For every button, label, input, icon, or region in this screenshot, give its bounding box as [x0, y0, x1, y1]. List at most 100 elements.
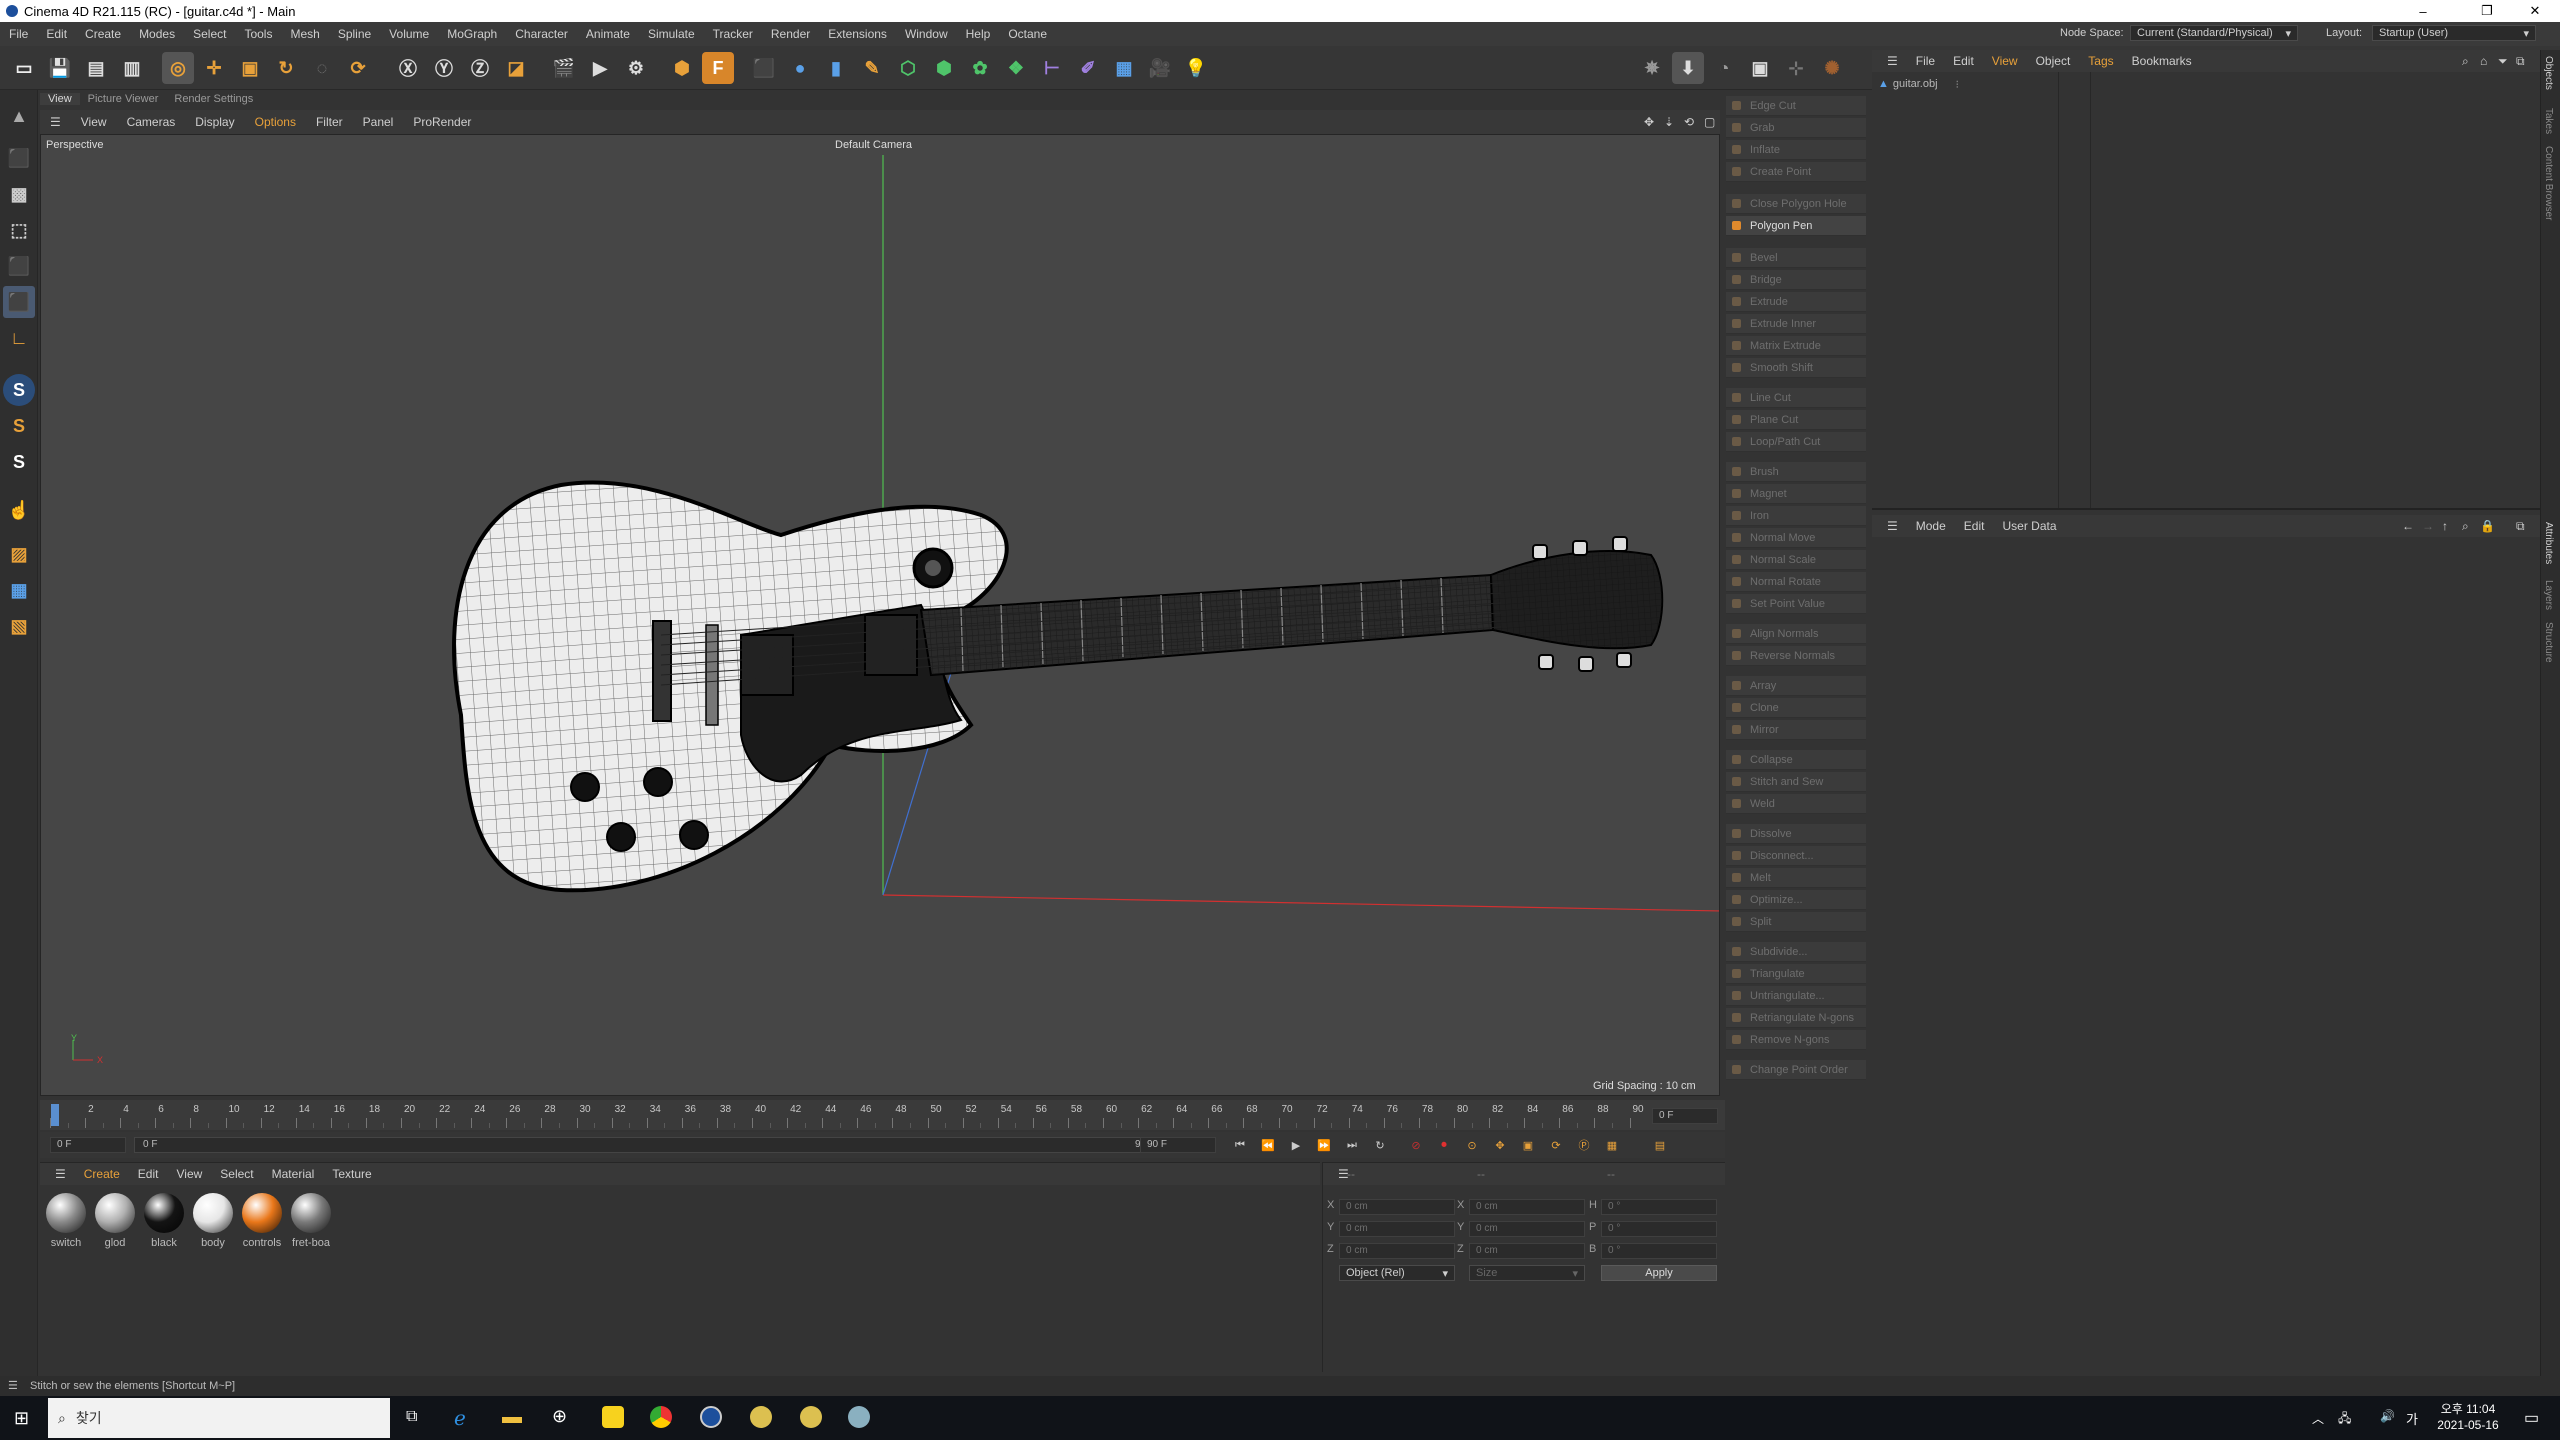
make-editable-icon[interactable]: ▲	[3, 100, 35, 132]
menu-create[interactable]: Create	[76, 27, 130, 41]
rotate-view-icon[interactable]: ⟲	[1684, 115, 1694, 129]
vp-menu-display[interactable]: Display	[185, 115, 244, 129]
z-axis-lock-icon[interactable]: Ⓩ	[464, 52, 496, 84]
snap-icon[interactable]: ✵	[1636, 52, 1668, 84]
clock-time[interactable]: 오후 11:04	[2436, 1400, 2500, 1417]
command-set-point-value[interactable]: Set Point Value	[1726, 594, 1866, 614]
soft-selection-icon[interactable]: ✺	[1816, 52, 1848, 84]
lock-workplane-icon[interactable]: ▧	[3, 610, 35, 642]
polygons-mode-icon[interactable]: ⬛	[3, 286, 35, 318]
command-split[interactable]: Split	[1726, 912, 1866, 932]
menu-help[interactable]: Help	[957, 27, 1000, 41]
command-inflate[interactable]: Inflate	[1726, 140, 1866, 160]
command-weld[interactable]: Weld	[1726, 794, 1866, 814]
rot-h-field[interactable]: 0 °	[1601, 1199, 1717, 1215]
mm-menu-material[interactable]: Material	[263, 1167, 324, 1181]
render-view-icon[interactable]: ▶	[584, 52, 616, 84]
character-icon[interactable]: ✐	[1072, 52, 1104, 84]
command-clone[interactable]: Clone	[1726, 698, 1866, 718]
material-glod[interactable]: glod	[93, 1193, 137, 1249]
om-menu-object[interactable]: Object	[2027, 54, 2080, 68]
edge-icon[interactable]: ℯ	[454, 1406, 466, 1431]
side-tab-structure[interactable]: Structure	[2543, 622, 2554, 663]
move-icon[interactable]: ✛	[198, 52, 230, 84]
task-view-icon[interactable]: ⧉	[406, 1408, 417, 1426]
command-smooth-shift[interactable]: Smooth Shift	[1726, 358, 1866, 378]
edges-mode-icon[interactable]: ⬛	[3, 250, 35, 282]
render-settings-icon[interactable]: ⚙	[620, 52, 652, 84]
side-tab-content-browser[interactable]: Content Browser	[2543, 146, 2554, 220]
vp-menu-view[interactable]: View	[71, 115, 117, 129]
tweak-mode-icon[interactable]: ☝	[3, 494, 35, 526]
loop-icon[interactable]: ↻	[1370, 1136, 1390, 1154]
deformer-icon[interactable]: ✿	[964, 52, 996, 84]
workplane-icon[interactable]: ◔	[1708, 52, 1740, 84]
material-body[interactable]: body	[191, 1193, 235, 1249]
node-space-dropdown[interactable]: Current (Standard/Physical) ▾	[2130, 25, 2298, 41]
zoom-view-icon[interactable]: ⇣	[1664, 115, 1674, 129]
am-menu-mode[interactable]: Mode	[1907, 519, 1955, 533]
new-window-icon[interactable]: ⧉	[2516, 519, 2525, 534]
om-menu-file[interactable]: File	[1907, 54, 1944, 68]
menu-tools[interactable]: Tools	[235, 27, 281, 41]
go-to-start-icon[interactable]: ⏮	[1230, 1136, 1250, 1154]
material-black[interactable]: black	[142, 1193, 186, 1249]
object-row[interactable]: ▲ guitar.obj ⁝	[1878, 76, 2078, 92]
apply-button[interactable]: Apply	[1601, 1265, 1717, 1281]
scale-key-icon[interactable]: ▣	[1518, 1136, 1538, 1154]
y-axis-lock-icon[interactable]: Ⓨ	[428, 52, 460, 84]
menu-mograph[interactable]: MoGraph	[438, 27, 506, 41]
vp-menu-options[interactable]: Options	[245, 115, 306, 129]
rotate-tool-icon[interactable]: ⟳	[342, 52, 374, 84]
timeline-ruler[interactable]: 0246810121416182022242628303234363840424…	[40, 1100, 1725, 1130]
material-controls[interactable]: controls	[240, 1193, 284, 1249]
am-menu-edit[interactable]: Edit	[1955, 519, 1994, 533]
close-button[interactable]: ✕	[2512, 0, 2558, 22]
command-change-point-order[interactable]: Change Point Order	[1726, 1060, 1866, 1080]
command-triangulate[interactable]: Triangulate	[1726, 964, 1866, 984]
vp-menu-filter[interactable]: Filter	[306, 115, 353, 129]
command-edge-cut[interactable]: Edge Cut	[1726, 96, 1866, 116]
menu-file[interactable]: File	[0, 27, 37, 41]
cylinder-icon[interactable]: ▮	[820, 52, 852, 84]
vp-menu-panel[interactable]: Panel	[353, 115, 404, 129]
am-menu-user-data[interactable]: User Data	[1993, 519, 2065, 533]
mm-menu-view[interactable]: View	[167, 1167, 211, 1181]
menu-spline[interactable]: Spline	[329, 27, 380, 41]
lock-icon[interactable]: 🔒	[2480, 519, 2495, 533]
menu-animate[interactable]: Animate	[577, 27, 639, 41]
mograph-icon[interactable]: ❖	[1000, 52, 1032, 84]
command-melt[interactable]: Melt	[1726, 868, 1866, 888]
cube-icon[interactable]: ⬛	[748, 52, 780, 84]
command-extrude[interactable]: Extrude	[1726, 292, 1866, 312]
command-stitch-and-sew[interactable]: Stitch and Sew	[1726, 772, 1866, 792]
om-menu-edit[interactable]: Edit	[1944, 54, 1983, 68]
app-search-icon[interactable]: ⊕	[552, 1406, 567, 1427]
command-magnet[interactable]: Magnet	[1726, 484, 1866, 504]
command-mirror[interactable]: Mirror	[1726, 720, 1866, 740]
menu-select[interactable]: Select	[184, 27, 235, 41]
hamburger-icon[interactable]: ☰	[46, 1167, 75, 1181]
octane-icon[interactable]: ⬢	[666, 52, 698, 84]
playhead[interactable]	[51, 1104, 59, 1126]
timeline-window-icon[interactable]: ▤	[1650, 1136, 1670, 1154]
up-arrow-icon[interactable]: ↑	[2442, 519, 2448, 533]
command-grab[interactable]: Grab	[1726, 118, 1866, 138]
pos-z-field[interactable]: 0 cm	[1339, 1243, 1455, 1259]
command-disconnect[interactable]: Disconnect...	[1726, 846, 1866, 866]
om-menu-tags[interactable]: Tags	[2079, 54, 2122, 68]
new-window-icon[interactable]: ⧉	[2516, 54, 2525, 69]
menu-octane[interactable]: Octane	[999, 27, 1056, 41]
save-icon[interactable]: ▤	[80, 52, 112, 84]
tab-render-settings[interactable]: Render Settings	[166, 93, 261, 105]
command-optimize[interactable]: Optimize...	[1726, 890, 1866, 910]
viewport[interactable]: Perspective Default Camera Grid Spacing …	[40, 134, 1720, 1096]
record-keys-icon[interactable]: ⊘	[1406, 1136, 1426, 1154]
array-icon[interactable]: ⬢	[928, 52, 960, 84]
command-normal-rotate[interactable]: Normal Rotate	[1726, 572, 1866, 592]
rotation-key-icon[interactable]: ⟳	[1546, 1136, 1566, 1154]
save-incremental-icon[interactable]: ▥	[116, 52, 148, 84]
max-frame-field[interactable]: 90 F	[1140, 1137, 1216, 1153]
rot-p-field[interactable]: 0 °	[1601, 1221, 1717, 1237]
camera-icon[interactable]: 🎥	[1144, 52, 1176, 84]
